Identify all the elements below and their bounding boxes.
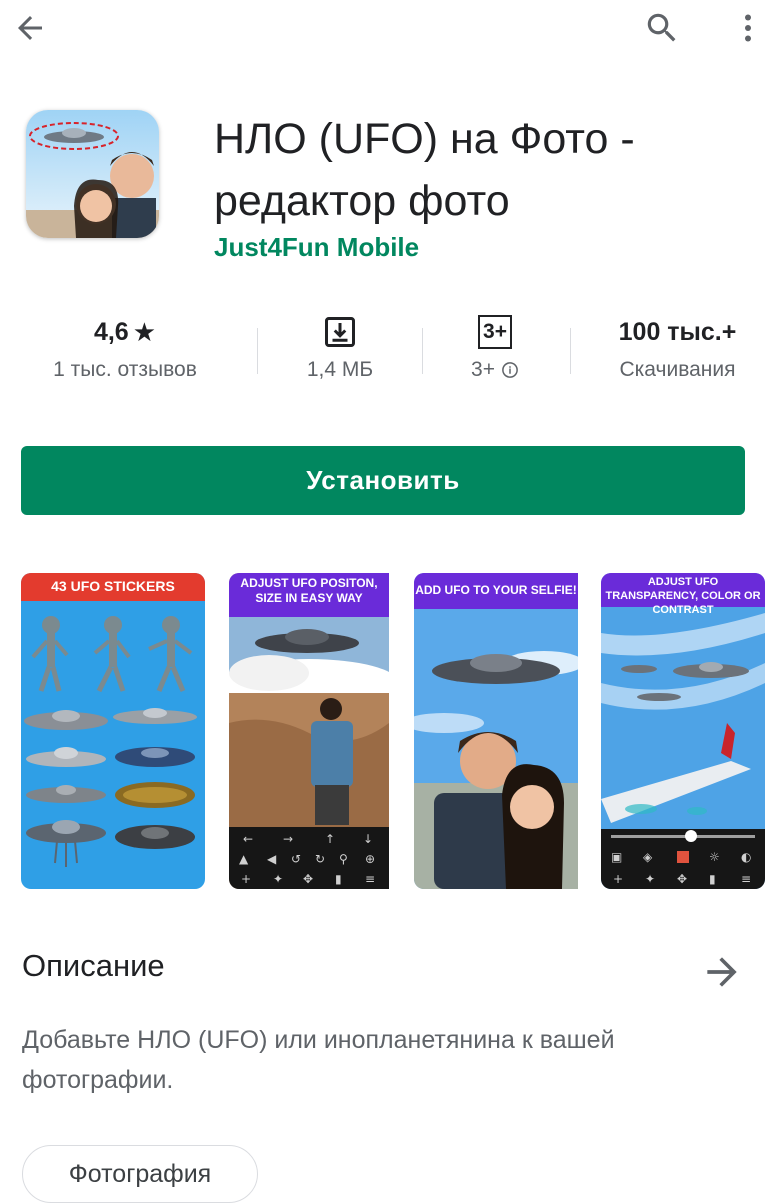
download-icon	[325, 317, 355, 347]
developer-link[interactable]: Just4Fun Mobile	[214, 232, 419, 263]
svg-text:↓: ↓	[363, 832, 373, 846]
svg-text:▮: ▮	[709, 872, 716, 886]
age-rating-stat[interactable]: 3+ 3+	[435, 312, 555, 382]
svg-text:✥: ✥	[303, 872, 313, 886]
description-heading: Описание	[22, 948, 165, 983]
svg-text:◐: ◐	[741, 850, 751, 864]
svg-text:⚲: ⚲	[339, 852, 348, 866]
age-rating-badge: 3+	[478, 315, 512, 349]
svg-text:≡: ≡	[365, 872, 375, 886]
back-button[interactable]	[8, 6, 52, 50]
downloads-value: 100 тыс.+	[618, 317, 737, 346]
size-label: 1,4 МБ	[306, 358, 374, 381]
svg-text:◀: ◀	[267, 852, 277, 866]
svg-text:⊕: ⊕	[365, 852, 375, 866]
info-icon	[502, 362, 518, 378]
search-button[interactable]	[640, 6, 684, 50]
screenshot-1[interactable]: 43 UFO STICKERS	[21, 573, 205, 889]
screenshot-caption: ADJUST UFO TRANSPARENCY, COLOR OR CONTRA…	[605, 576, 761, 616]
age-rating-label: 3+	[471, 358, 495, 381]
screenshot-caption: 43 UFO STICKERS	[51, 578, 175, 594]
svg-text:←: ←	[243, 832, 253, 846]
screenshot-4[interactable]: ▣ ◈ ☼ ◐ + ✦ ✥ ▮ ≡ ADJUST UFO TRANSPARENCY, COLO…	[601, 573, 765, 889]
app-stats: 4,6 ★ 1 тыс. отзывов 1,4 МБ 3+ 3+ 100 тыс…	[0, 312, 765, 402]
screenshot-3[interactable]: ADD UFO TO YOUR SELFIE!	[414, 573, 598, 889]
svg-text:▲: ▲	[239, 852, 249, 866]
description-more-button[interactable]	[700, 950, 744, 994]
divider	[570, 328, 571, 374]
svg-text:▮: ▮	[335, 872, 342, 886]
description-text: Добавьте НЛО (UFO) или инопланетянина к …	[22, 1026, 615, 1094]
screenshots-carousel[interactable]: 43 UFO STICKERS ← → ↑ ↓ ▲ ◀ ↺ ↻ ⚲ ⊕ + ✦ ✥ ▮ ≡ ADJUST…	[0, 573, 765, 891]
app-icon	[26, 110, 159, 238]
size-stat: 1,4 МБ	[270, 312, 410, 382]
divider	[257, 328, 258, 374]
screenshot-caption: ADD UFO TO YOUR SELFIE!	[415, 583, 577, 597]
rating-value: 4,6	[93, 317, 129, 346]
screenshot-caption: ADJUST UFO POSITON, SIZE IN EASY WAY	[240, 576, 378, 605]
back-arrow-icon	[18, 16, 42, 40]
svg-text:✦: ✦	[273, 872, 283, 886]
downloads-stat: 100 тыс.+ Скачивания	[590, 312, 765, 382]
category-chip[interactable]: Фотография	[22, 1145, 258, 1203]
svg-text:◈: ◈	[643, 850, 653, 864]
svg-text:↻: ↻	[315, 852, 325, 866]
install-button[interactable]: Установить	[21, 446, 745, 515]
divider	[422, 328, 423, 374]
more-vert-icon	[745, 14, 751, 42]
rating-stat[interactable]: 4,6 ★ 1 тыс. отзывов	[20, 312, 230, 382]
svg-text:✦: ✦	[645, 872, 655, 886]
top-app-bar	[0, 0, 765, 56]
downloads-label: Скачивания	[619, 358, 736, 381]
app-title: НЛО (UFO) на Фото - редактор фото	[214, 115, 635, 225]
svg-text:↑: ↑	[325, 832, 335, 846]
more-options-button[interactable]	[728, 6, 765, 50]
svg-text:☼: ☼	[709, 850, 720, 864]
svg-text:≡: ≡	[741, 872, 751, 886]
svg-text:✥: ✥	[677, 872, 687, 886]
arrow-right-icon	[707, 957, 737, 987]
svg-text:↺: ↺	[291, 852, 301, 866]
svg-text:+: +	[613, 872, 623, 886]
svg-text:→: →	[283, 832, 293, 846]
svg-text:▣: ▣	[611, 850, 622, 864]
search-icon	[647, 13, 676, 42]
star-icon: ★	[132, 316, 157, 347]
rating-label: 1 тыс. отзывов	[53, 358, 197, 381]
screenshot-2[interactable]: ← → ↑ ↓ ▲ ◀ ↺ ↻ ⚲ ⊕ + ✦ ✥ ▮ ≡ ADJUST UFO POSITON, SI…	[229, 573, 413, 889]
svg-text:+: +	[241, 872, 251, 886]
